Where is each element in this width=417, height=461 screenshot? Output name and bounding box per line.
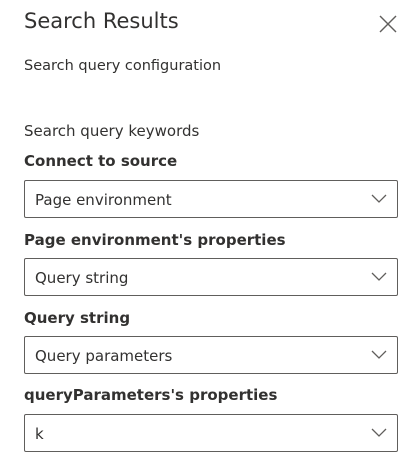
page-environment-properties-label: Page environment's properties [24,231,286,249]
dropdown-value: k [35,425,44,443]
connect-to-source-dropdown[interactable]: Page environment [24,180,398,218]
dropdown-value: Query string [35,269,129,287]
search-results-panel: Search Results Search query configuratio… [0,0,417,461]
panel-header: Search Results [24,6,417,40]
connect-to-source-label: Connect to source [24,152,178,170]
query-parameters-properties-dropdown[interactable]: k [24,414,398,452]
chevron-down-icon [371,194,387,204]
section-title: Search query configuration [24,58,222,74]
chevron-down-icon [371,428,387,438]
query-string-dropdown[interactable]: Query parameters [24,336,398,374]
chevron-down-icon [371,350,387,360]
close-button[interactable] [376,12,400,36]
query-string-label: Query string [24,309,131,327]
dropdown-value: Query parameters [35,347,173,365]
chevron-down-icon [371,272,387,282]
query-parameters-properties-label: queryParameters's properties [24,386,278,404]
page-environment-properties-dropdown[interactable]: Query string [24,258,398,296]
dropdown-value: Page environment [35,191,172,209]
panel-title: Search Results [24,9,179,33]
keywords-group-heading: Search query keywords [24,122,200,140]
close-icon [379,15,397,33]
